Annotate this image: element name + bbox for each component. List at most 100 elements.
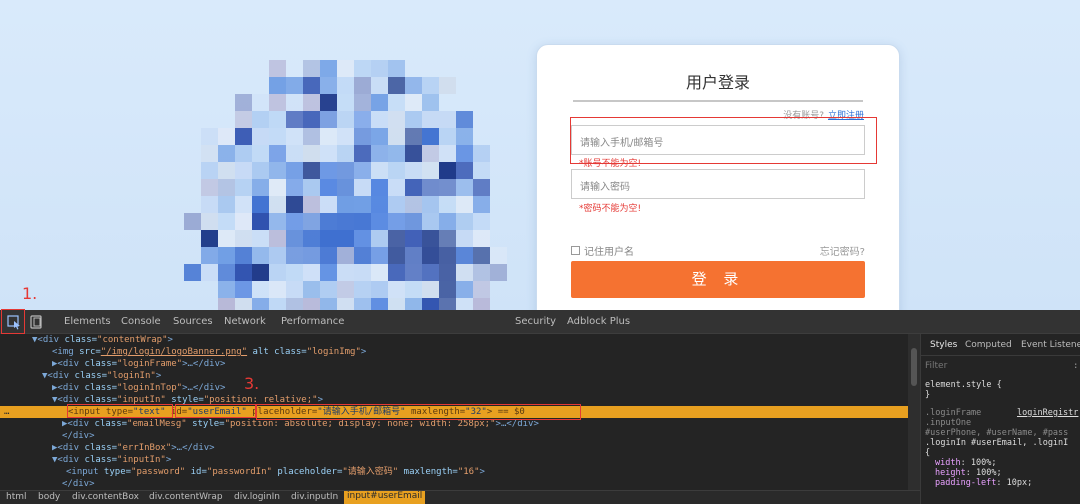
forgot-password-link[interactable]: 忘记密码? xyxy=(820,243,865,258)
mosaic-tile xyxy=(456,213,473,230)
styles-filter-input[interactable]: Filter xyxy=(925,361,947,371)
mosaic-tile xyxy=(354,128,371,145)
tab-security[interactable]: Security xyxy=(515,316,556,327)
mosaic-tile xyxy=(320,213,337,230)
dom-node[interactable]: ▼<div class="contentWrap"> xyxy=(0,334,908,346)
mosaic-tile xyxy=(371,196,388,213)
mosaic-tile xyxy=(388,162,405,179)
mosaic-tile xyxy=(269,179,286,196)
mosaic-tile xyxy=(405,213,422,230)
device-toolbar-icon[interactable] xyxy=(28,314,44,330)
breadcrumb-item[interactable]: div.loginIn xyxy=(234,492,280,502)
mosaic-tile xyxy=(456,111,473,128)
css-property[interactable]: padding-left: 10px; xyxy=(935,478,1032,488)
password-input[interactable]: 请输入密码 xyxy=(571,169,865,199)
mosaic-tile xyxy=(473,213,490,230)
mosaic-tile xyxy=(405,128,422,145)
tab-event-listeners[interactable]: Event Listeners xyxy=(1021,340,1080,350)
rule-selector-useremail: .loginIn #userEmail, .loginI xyxy=(925,438,1069,448)
dom-token: style= xyxy=(186,419,225,429)
webpage-viewport: 1. 2. 用户登录 没有账号?立即注册 请输入手机/邮箱号 *账号不能为空! … xyxy=(0,0,1080,310)
dom-node[interactable]: </div> xyxy=(0,430,908,442)
mosaic-tile xyxy=(490,264,507,281)
tab-sources[interactable]: Sources xyxy=(173,316,213,327)
styles-pane: Styles Computed Event Listeners Filter :… xyxy=(920,334,1080,504)
mosaic-tile xyxy=(371,264,388,281)
dom-token: div xyxy=(62,443,80,453)
mosaic-tile xyxy=(201,196,218,213)
breadcrumb: html body div.contentBox div.contentWrap div… xyxy=(0,490,920,504)
mosaic-tile xyxy=(218,264,235,281)
mosaic-tile xyxy=(252,111,269,128)
mosaic-tile xyxy=(337,94,354,111)
mosaic-tile xyxy=(405,77,422,94)
mosaic-tile xyxy=(303,145,320,162)
mosaic-tile xyxy=(269,281,286,298)
mosaic-tile xyxy=(439,213,456,230)
mosaic-tile xyxy=(439,264,456,281)
tab-console[interactable]: Console xyxy=(121,316,161,327)
mosaic-tile xyxy=(388,145,405,162)
tab-adblock-plus[interactable]: Adblock Plus xyxy=(567,316,630,327)
styles-tabs: Styles Computed Event Listeners xyxy=(921,334,1080,356)
panel-scrollbar[interactable] xyxy=(908,334,920,490)
css-property[interactable]: height: 100%; xyxy=(935,468,1002,478)
mosaic-tile xyxy=(405,111,422,128)
node-actions-ellipsis[interactable]: … xyxy=(4,406,9,418)
mosaic-tile xyxy=(320,264,337,281)
dom-node[interactable]: ▶<div class="loginFrame">…</div> xyxy=(0,358,908,370)
remember-checkbox[interactable] xyxy=(571,246,580,255)
dom-node[interactable]: ▼<div class="inputIn"> xyxy=(0,454,908,466)
mosaic-tile xyxy=(388,196,405,213)
mosaic-tile xyxy=(201,179,218,196)
mosaic-tile xyxy=(235,128,252,145)
mosaic-tile xyxy=(490,247,507,264)
breadcrumb-item[interactable]: div.contentWrap xyxy=(149,492,223,502)
mosaic-tile xyxy=(422,111,439,128)
dom-token: ▼< xyxy=(52,455,63,465)
dom-token: div xyxy=(72,479,90,489)
tab-network[interactable]: Network xyxy=(224,316,266,327)
mosaic-tile xyxy=(252,162,269,179)
dom-token: div xyxy=(62,383,80,393)
dom-token: id= xyxy=(185,467,207,477)
dom-token: class= xyxy=(89,419,128,429)
mosaic-tile xyxy=(201,247,218,264)
login-button[interactable]: 登 录 xyxy=(571,261,865,298)
dom-token: ▶< xyxy=(52,359,63,369)
dom-token: div xyxy=(42,335,60,345)
tab-elements[interactable]: Elements xyxy=(64,316,111,327)
hover-toggle[interactable]: : xyxy=(1073,361,1078,371)
rule-open-brace: { xyxy=(925,448,931,458)
element-style-rule[interactable]: element.style { xyxy=(925,380,1002,390)
dom-node[interactable]: <img src="/img/login/logoBanner.png" alt… xyxy=(0,346,908,358)
mosaic-tile xyxy=(337,111,354,128)
mosaic-tile xyxy=(456,230,473,247)
dom-node[interactable]: <input type="password" id="passwordIn" p… xyxy=(0,466,908,478)
breadcrumb-item[interactable]: html xyxy=(6,492,27,502)
breadcrumb-item[interactable]: div.inputIn xyxy=(291,492,338,502)
mosaic-tile xyxy=(388,179,405,196)
tab-computed[interactable]: Computed xyxy=(965,340,1012,350)
dom-token: class= xyxy=(79,455,118,465)
tab-performance[interactable]: Performance xyxy=(281,316,344,327)
css-property[interactable]: width: 100%; xyxy=(935,458,996,468)
remember-username[interactable]: 记住用户名 xyxy=(571,243,634,258)
breadcrumb-item[interactable]: input#userEmail xyxy=(344,491,426,504)
dom-token: > xyxy=(89,479,95,489)
tab-styles[interactable]: Styles xyxy=(930,340,957,350)
dom-node[interactable]: ▶<div class="errInBox">…</div> xyxy=(0,442,908,454)
dom-token: "emailMesg" xyxy=(127,419,187,429)
dom-node[interactable]: </div> xyxy=(0,478,908,490)
css-property-value: 100%; xyxy=(975,468,1002,478)
mosaic-tile xyxy=(388,60,405,77)
breadcrumb-item[interactable]: body xyxy=(38,492,60,502)
mosaic-tile xyxy=(354,60,371,77)
dom-node[interactable]: ▶<div class="loginInTop">…</div> xyxy=(0,382,908,394)
dom-token: >…</div> xyxy=(182,359,226,369)
mosaic-tile xyxy=(201,213,218,230)
rule-source-link[interactable]: loginRegistr xyxy=(1017,408,1078,418)
dom-node[interactable]: ▼<div class="loginIn"> xyxy=(0,370,908,382)
breadcrumb-item[interactable]: div.contentBox xyxy=(72,492,139,502)
mosaic-tile xyxy=(439,247,456,264)
